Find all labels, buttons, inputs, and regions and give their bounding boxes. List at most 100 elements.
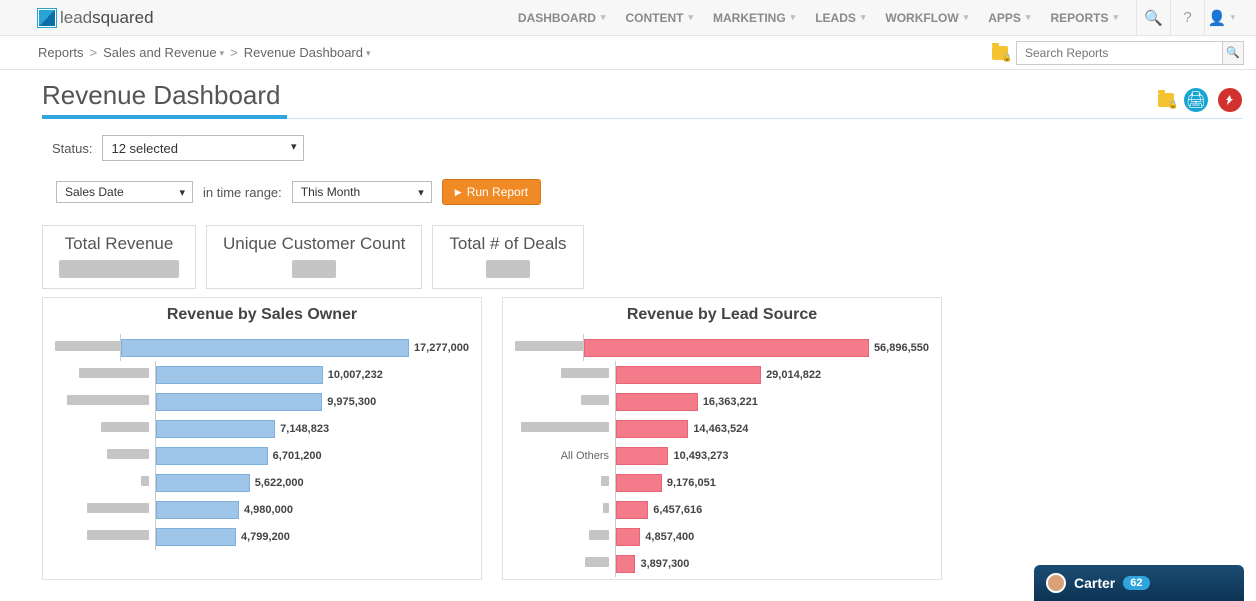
bar-row: 7,148,823 (55, 415, 469, 442)
kpi-title: Total # of Deals (449, 234, 566, 254)
bar-row: 6,701,200 (55, 442, 469, 469)
bar-value-label: 16,363,221 (703, 396, 758, 408)
breadcrumb-level1[interactable]: Sales and Revenue (103, 45, 224, 60)
time-range-label: in time range: (203, 185, 282, 200)
brand-logo[interactable]: leadsquared (38, 8, 154, 28)
bar-value-label: 5,622,000 (255, 477, 304, 489)
bar-category-label (55, 395, 155, 408)
nav-item-dashboard[interactable]: DASHBOARD▾ (508, 11, 616, 25)
date-field-select[interactable]: Sales Date (56, 181, 193, 203)
bar[interactable] (616, 555, 635, 573)
saved-reports-icon[interactable]: 🔒 (992, 46, 1008, 60)
search-reports-input[interactable] (1016, 41, 1244, 65)
bar[interactable] (121, 339, 409, 357)
bar[interactable] (156, 366, 323, 384)
bar-value-label: 4,857,400 (645, 531, 694, 543)
bar-row: 3,897,300 (515, 550, 929, 577)
bar-value-label: 4,980,000 (244, 504, 293, 516)
bar-category-label (515, 341, 583, 354)
bar-category-label (55, 368, 155, 381)
bar-category-label (55, 503, 155, 516)
bar-category-label (55, 530, 155, 543)
search-reports: 🔍 (1016, 41, 1244, 65)
nav-item-workflow[interactable]: WORKFLOW▾ (875, 11, 978, 25)
kpi-title: Unique Customer Count (223, 234, 405, 254)
bar-row: 5,622,000 (55, 469, 469, 496)
nav-item-apps[interactable]: APPS▾ (978, 11, 1040, 25)
primary-nav: DASHBOARD▾CONTENT▾MARKETING▾LEADS▾WORKFL… (508, 11, 1128, 25)
nav-item-leads[interactable]: LEADS▾ (805, 11, 875, 25)
bar-value-label: 9,176,051 (667, 477, 716, 489)
user-menu-icon[interactable]: 👤▾ (1204, 0, 1238, 36)
bar-category-label (515, 557, 615, 570)
bar-row: 4,980,000 (55, 496, 469, 523)
bar[interactable] (156, 501, 239, 519)
bar[interactable] (616, 501, 648, 519)
breadcrumb-level2[interactable]: Revenue Dashboard (244, 45, 371, 60)
status-select[interactable]: 12 selected (102, 135, 304, 161)
bar[interactable] (616, 393, 698, 411)
bar-row: 4,799,200 (55, 523, 469, 550)
breadcrumb-bar: Reports > Sales and Revenue > Revenue Da… (0, 36, 1256, 70)
bar-value-label: 9,975,300 (327, 396, 376, 408)
bar-row: 4,857,400 (515, 523, 929, 550)
bar-category-label (55, 476, 155, 489)
bar-category-label (515, 503, 615, 516)
bar-row: 56,896,550 (515, 334, 929, 361)
kpi-value-redacted (59, 260, 179, 278)
help-icon[interactable]: ? (1170, 0, 1204, 36)
bar[interactable] (584, 339, 868, 357)
nav-item-reports[interactable]: REPORTS▾ (1040, 11, 1128, 25)
bar-value-label: 6,701,200 (273, 450, 322, 462)
nav-item-marketing[interactable]: MARKETING▾ (703, 11, 805, 25)
bar-value-label: 6,457,616 (653, 504, 702, 516)
bar[interactable] (156, 420, 275, 438)
bar-value-label: 14,463,524 (693, 423, 748, 435)
bar-value-label: 17,277,000 (414, 342, 469, 354)
logo-mark-icon (38, 9, 56, 27)
search-reports-button[interactable]: 🔍 (1222, 41, 1244, 65)
bar[interactable] (156, 393, 322, 411)
export-pdf-icon[interactable] (1218, 88, 1242, 112)
bar[interactable] (616, 474, 662, 492)
bar-category-label (55, 449, 155, 462)
kpi-value-redacted (486, 260, 530, 278)
time-range-select[interactable]: This Month (292, 181, 432, 203)
brand-text: leadsquared (60, 8, 154, 28)
chat-name: Carter (1074, 575, 1115, 591)
bar-value-label: 10,493,273 (673, 450, 728, 462)
bar-row: 6,457,616 (515, 496, 929, 523)
run-report-button[interactable]: Run Report (442, 179, 541, 205)
bar-value-label: 4,799,200 (241, 531, 290, 543)
kpi-row: Total RevenueUnique Customer CountTotal … (42, 225, 1242, 289)
chart-title: Revenue by Lead Source (515, 306, 929, 324)
bar-category-label (515, 530, 615, 543)
search-icon[interactable]: 🔍 (1136, 0, 1170, 36)
bar-row: 29,014,822 (515, 361, 929, 388)
bar[interactable] (156, 447, 268, 465)
bar[interactable] (616, 366, 761, 384)
nav-utility-icons: 🔍 ? 👤▾ (1136, 0, 1238, 36)
bar[interactable] (156, 528, 236, 546)
bar-value-label: 56,896,550 (874, 342, 929, 354)
bar-row: All Others10,493,273 (515, 442, 929, 469)
chart-revenue-by-lead-source: Revenue by Lead Source 56,896,550 29,014,… (502, 297, 942, 580)
bar-value-label: 10,007,232 (328, 369, 383, 381)
export-print-icon[interactable]: 🖨 (1184, 88, 1208, 112)
top-navbar: leadsquared DASHBOARD▾CONTENT▾MARKETING▾… (0, 0, 1256, 36)
chart-revenue-by-owner: Revenue by Sales Owner 17,277,00010,007,… (42, 297, 482, 580)
page-title-row: Revenue Dashboard 🔒 🖨 (42, 80, 1242, 119)
breadcrumb-root[interactable]: Reports (38, 45, 84, 60)
save-report-icon[interactable]: 🔒 (1158, 93, 1174, 107)
bar[interactable] (616, 420, 688, 438)
bar-row: 14,463,524 (515, 415, 929, 442)
chat-widget[interactable]: Carter 62 (1034, 565, 1244, 601)
bar-category-label (515, 395, 615, 408)
bar[interactable] (616, 528, 640, 546)
bar-row: 17,277,000 (55, 334, 469, 361)
status-label: Status: (52, 141, 92, 156)
bar-row: 10,007,232 (55, 361, 469, 388)
nav-item-content[interactable]: CONTENT▾ (615, 11, 703, 25)
bar[interactable] (616, 447, 668, 465)
bar[interactable] (156, 474, 250, 492)
